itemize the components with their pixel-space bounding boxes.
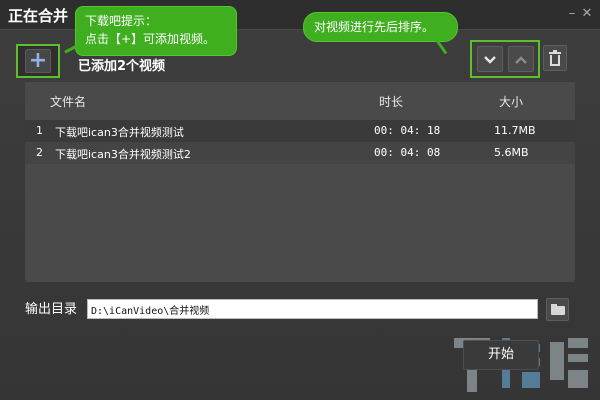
added-count-label: 已添加2个视频 (78, 59, 166, 74)
row-size: 11.7MB (494, 124, 536, 137)
sort-tooltip: 对视频进行先后排序。 (303, 12, 458, 55)
chevron-up-icon[interactable] (508, 46, 534, 72)
column-size: 大小 (499, 95, 524, 109)
tooltip-title: 下载吧提示： (85, 14, 158, 28)
table-header: 文件名 时长 大小 (25, 82, 575, 120)
row-duration: 00: 04: 08 (374, 146, 441, 159)
table-row[interactable]: 2 下载吧ican3合并视频测试2 00: 04: 08 5.6MB (25, 142, 575, 164)
plus-icon: + (25, 49, 51, 73)
row-duration: 00: 04: 18 (374, 124, 441, 137)
minimize-icon[interactable]: – (565, 7, 579, 21)
sort-button-group (470, 40, 540, 78)
column-filename: 文件名 (50, 95, 87, 109)
start-button[interactable]: 开始 (463, 340, 539, 370)
chevron-down-icon[interactable] (477, 46, 503, 72)
add-video-button[interactable]: + (16, 44, 60, 78)
delete-button[interactable] (543, 45, 567, 71)
output-directory-label: 输出目录 (25, 302, 78, 317)
column-duration: 时长 (379, 95, 404, 109)
row-filename: 下载吧ican3合并视频测试 (55, 126, 184, 139)
file-list-panel: 文件名 时长 大小 1 下载吧ican3合并视频测试 00: 04: 18 11… (25, 82, 575, 282)
tooltip-text: 对视频进行先后排序。 (314, 20, 435, 34)
row-index: 1 (36, 124, 43, 137)
window-title: 正在合并 (8, 7, 69, 25)
browse-folder-button[interactable] (546, 298, 569, 321)
folder-body (551, 306, 565, 315)
row-filename: 下载吧ican3合并视频测试2 (55, 148, 191, 161)
row-size: 5.6MB (494, 146, 529, 159)
close-icon[interactable]: ✕ (580, 7, 594, 21)
row-index: 2 (36, 146, 43, 159)
tooltip-body: 点击【+】可添加视频。 (85, 32, 216, 46)
output-directory-input[interactable] (87, 299, 538, 319)
trash-lid (549, 52, 561, 54)
trash-body (550, 55, 560, 66)
add-tooltip: 下载吧提示： 点击【+】可添加视频。 (64, 6, 237, 56)
table-row[interactable]: 1 下载吧ican3合并视频测试 00: 04: 18 11.7MB (25, 120, 575, 142)
